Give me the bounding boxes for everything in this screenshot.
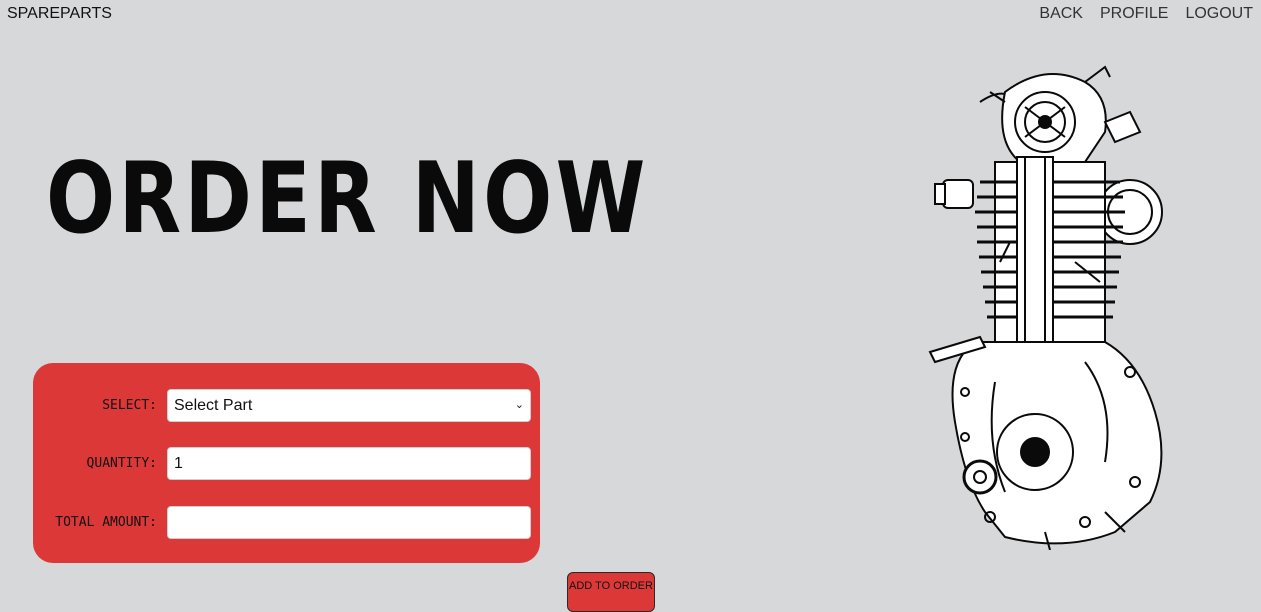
part-select[interactable]: Select Part ⌄: [167, 389, 531, 422]
brand-logo[interactable]: SPAREPARTS: [7, 5, 112, 23]
quantity-input[interactable]: 1: [167, 447, 531, 480]
nav-logout-link[interactable]: LOGOUT: [1185, 5, 1253, 23]
nav-back-link[interactable]: BACK: [1039, 5, 1083, 23]
quantity-row: QUANTITY: 1: [33, 447, 540, 480]
total-row: TOTAL AMOUNT:: [33, 506, 540, 539]
part-select-value: Select Part: [174, 397, 253, 414]
chevron-down-icon: ⌄: [514, 399, 524, 411]
order-form: SELECT: Select Part ⌄ QUANTITY: 1 TOTAL …: [33, 363, 540, 563]
top-nav: BACK PROFILE LOGOUT: [1039, 5, 1253, 23]
total-amount-input[interactable]: [167, 506, 531, 539]
select-row: SELECT: Select Part ⌄: [33, 389, 540, 422]
add-to-order-button[interactable]: ADD TO ORDER: [567, 572, 655, 612]
quantity-label: QUANTITY:: [86, 456, 157, 471]
page-title: ORDER NOW: [46, 142, 649, 256]
select-label: SELECT:: [102, 398, 157, 413]
nav-profile-link[interactable]: PROFILE: [1100, 5, 1168, 23]
total-amount-label: TOTAL AMOUNT:: [55, 515, 157, 530]
engine-illustration-icon: [928, 65, 1163, 550]
